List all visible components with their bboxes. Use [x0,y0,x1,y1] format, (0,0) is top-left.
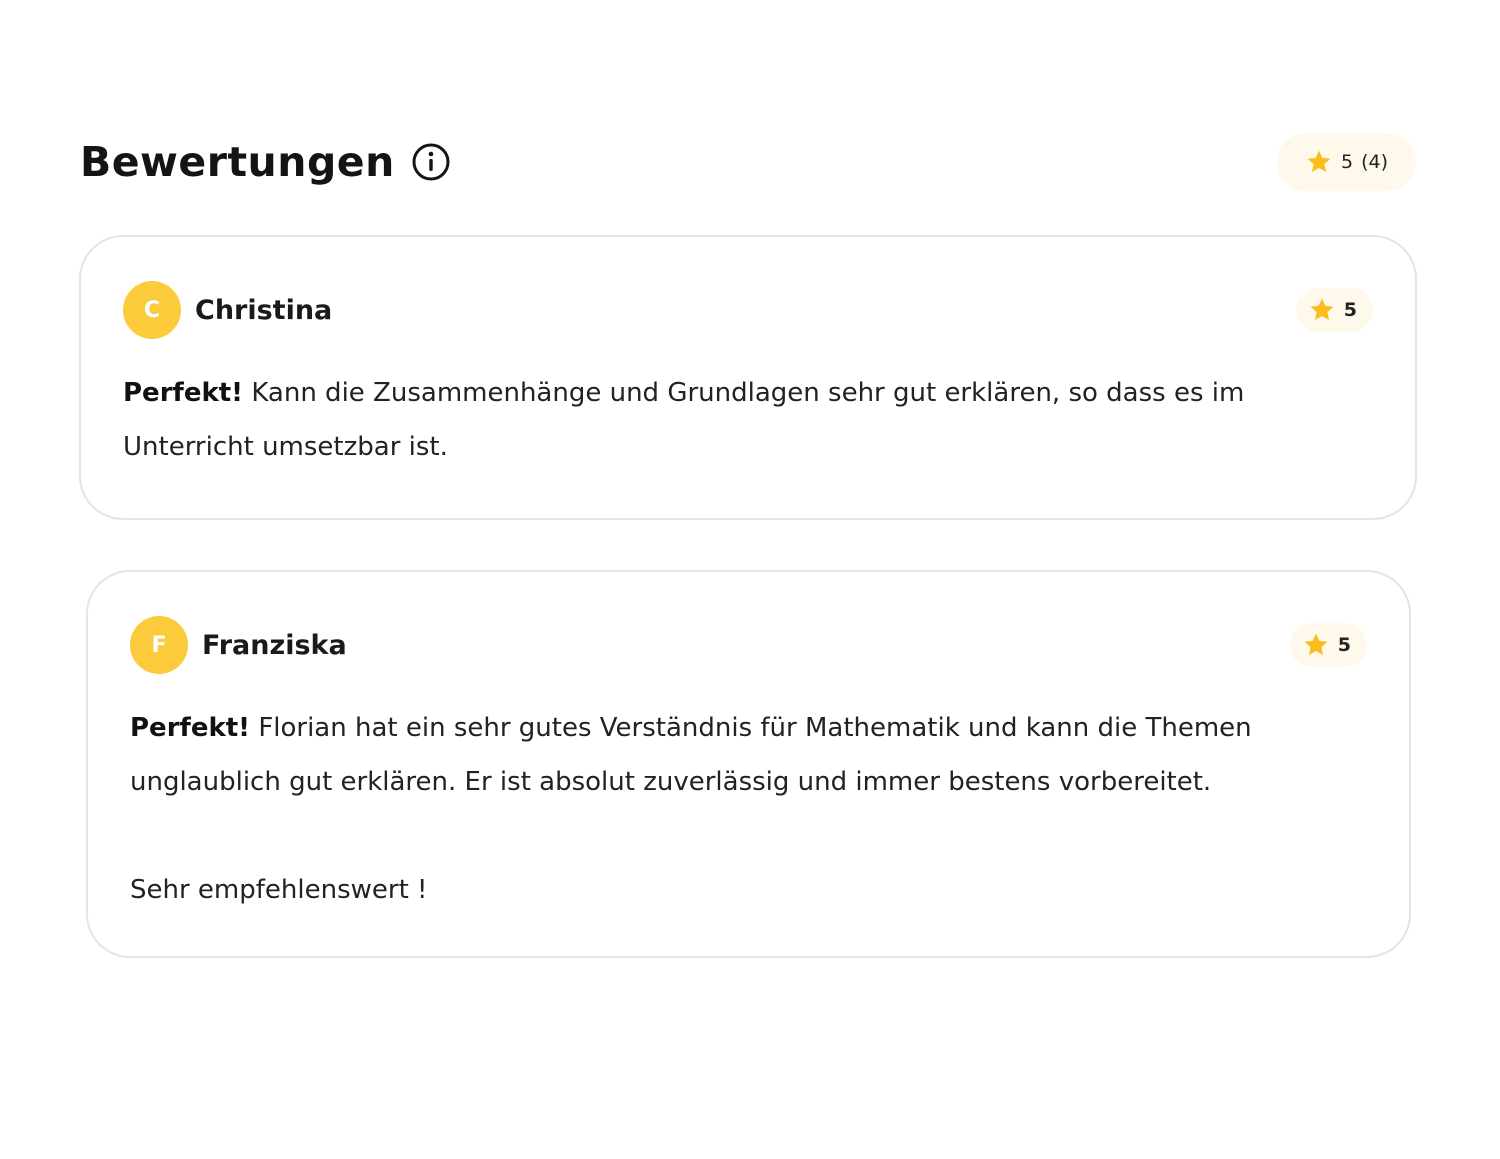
review-rating-badge: 5 [1295,288,1373,332]
review-card: F Franziska 5 Perfekt! Florian hat ein s… [86,570,1411,958]
avatar: F [130,616,188,674]
review-card: C Christina 5 Perfekt! Kann die Zusammen… [79,235,1417,520]
review-rating-value: 5 [1343,299,1357,321]
average-rating-badge: 5 (4) [1276,133,1416,191]
avatar: C [123,281,181,339]
review-count: (4) [1361,151,1388,173]
review-headline: Perfekt! [123,378,244,408]
review-card-header: C Christina 5 [123,280,1373,340]
star-icon [1308,296,1336,324]
review-text: Perfekt! Kann die Zusammenhänge und Grun… [123,366,1295,474]
review-headline: Perfekt! [130,713,251,743]
section-title: Bewertungen [80,138,395,186]
review-body: Florian hat ein sehr gutes Verständnis f… [130,713,1252,797]
review-text: Perfekt! Florian hat ein sehr gutes Vers… [130,701,1289,917]
star-icon [1302,631,1330,659]
reviewer: F Franziska [130,616,347,674]
reviewer: C Christina [123,281,332,339]
reviews-section: Bewertungen 5 (4) C Christina 5 Perfekt!… [0,0,1500,1159]
review-closing: Sehr empfehlenswert ! [130,875,428,905]
star-icon [1305,148,1333,176]
title-wrap: Bewertungen [80,138,451,186]
review-rating-value: 5 [1337,634,1351,656]
review-rating-badge: 5 [1289,623,1367,667]
reviewer-name: Christina [195,294,333,326]
review-card-header: F Franziska 5 [130,615,1367,675]
average-rating-value: 5 [1340,151,1354,173]
reviewer-name: Franziska [202,629,347,661]
review-body: Kann die Zusammenhänge und Grundlagen se… [123,378,1245,462]
reviews-header: Bewertungen 5 (4) [80,132,1416,192]
info-icon[interactable] [411,142,451,182]
